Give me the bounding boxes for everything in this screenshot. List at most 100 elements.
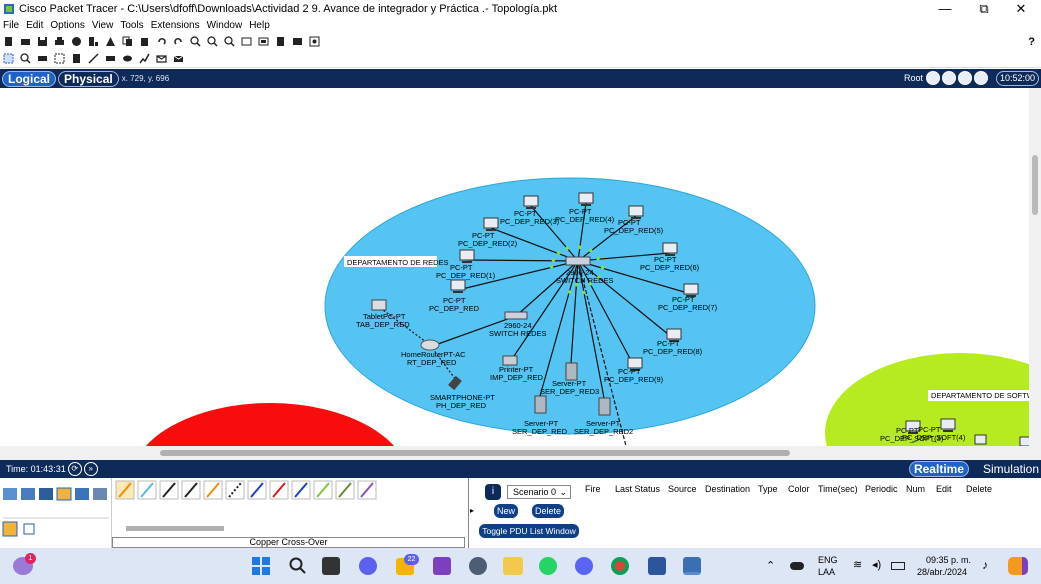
notification-bell-icon[interactable]: ♪ <box>982 558 988 572</box>
menu-options[interactable]: Options <box>50 20 84 31</box>
menu-help[interactable]: Help <box>249 20 270 31</box>
fast-forward-icon[interactable]: » <box>83 462 98 476</box>
undo-icon[interactable] <box>156 36 167 47</box>
vertical-scrollbar[interactable] <box>1029 88 1041 446</box>
close-button[interactable]: ✕ <box>1001 0 1041 18</box>
components-icon[interactable] <box>39 488 53 500</box>
menu-view[interactable]: View <box>92 20 114 31</box>
menu-extensions[interactable]: Extensions <box>151 20 200 31</box>
connections-subtype-icon[interactable] <box>2 521 18 537</box>
horizontal-scroll-thumb[interactable] <box>160 450 790 456</box>
copilot-icon[interactable] <box>1008 557 1028 575</box>
add-simple-pdu-icon[interactable] <box>156 53 167 64</box>
activity-info-icon[interactable] <box>88 36 99 47</box>
grid-subtype-icon[interactable] <box>23 523 35 535</box>
delete-scenario-button[interactable]: Delete <box>532 504 564 518</box>
rectangle-tool-icon[interactable] <box>105 53 116 64</box>
resize-tool-icon[interactable] <box>54 53 65 64</box>
vertical-scroll-thumb[interactable] <box>1032 155 1038 215</box>
redes-area-label[interactable]: DEPARTAMENTO DE REDES <box>347 258 449 267</box>
root-label[interactable]: Root <box>904 73 923 83</box>
inspect-tool-icon[interactable] <box>20 53 31 64</box>
tray-time[interactable]: 09:35 p. m. <box>926 555 971 565</box>
misc-icon[interactable] <box>75 488 89 500</box>
new-file-icon[interactable] <box>3 36 14 47</box>
add-complex-pdu-icon[interactable] <box>173 53 184 64</box>
toggle-pdu-list-button[interactable]: Toggle PDU List Window <box>479 524 579 538</box>
restore-button[interactable]: ⧉ <box>964 0 1004 18</box>
zoom-in-icon[interactable] <box>190 36 201 47</box>
viewport-icon[interactable] <box>292 36 303 47</box>
tab-logical[interactable]: Logical <box>2 70 57 87</box>
menu-file[interactable]: File <box>3 20 19 31</box>
viewport-move-icon[interactable] <box>958 71 972 85</box>
new-scenario-button[interactable]: New <box>494 504 518 518</box>
volume-icon[interactable]: ◂) <box>872 558 881 571</box>
tab-physical[interactable]: Physical <box>58 70 119 87</box>
minimize-button[interactable]: — <box>925 0 965 18</box>
freeform-tool-icon[interactable] <box>139 53 150 64</box>
menu-window[interactable]: Window <box>207 20 243 31</box>
whatsapp-icon[interactable] <box>539 557 557 575</box>
list-icon[interactable] <box>275 36 286 47</box>
logical-workspace[interactable]: DEPARTAMENTO DE REDES DEPARTAMENTO DE SO… <box>0 88 1029 446</box>
menu-tools[interactable]: Tools <box>120 20 143 31</box>
ellipse-tool-icon[interactable] <box>122 53 133 64</box>
word-icon[interactable] <box>648 557 666 575</box>
network-devices-icon[interactable] <box>3 488 17 500</box>
discord-icon[interactable] <box>575 557 593 575</box>
help-icon[interactable]: ? <box>1028 36 1035 48</box>
copy-icon[interactable] <box>122 36 133 47</box>
software-device-icon[interactable] <box>1019 436 1029 446</box>
info-icon[interactable]: i <box>485 484 501 500</box>
paste-icon[interactable] <box>139 36 150 47</box>
realtime-mode-button[interactable]: Realtime <box>908 461 969 477</box>
redo-icon[interactable] <box>173 36 184 47</box>
scenario-select[interactable]: Scenario 0 ⌄ <box>507 485 571 499</box>
tray-date[interactable]: 28/abr./2024 <box>917 567 967 577</box>
power-cycle-icon[interactable]: ⟳ <box>67 462 82 476</box>
language-line2[interactable]: LAA <box>818 567 835 577</box>
connections-icon[interactable] <box>56 487 72 501</box>
zoom-out-icon[interactable] <box>224 36 235 47</box>
activity-wizard-icon[interactable] <box>71 36 82 47</box>
settings-icon[interactable] <box>469 557 487 575</box>
select-tool-icon[interactable] <box>3 53 14 64</box>
note-tool-icon[interactable] <box>71 53 82 64</box>
line-tool-icon[interactable] <box>88 53 99 64</box>
expand-arrow-icon[interactable]: ▸ <box>470 506 474 515</box>
navigation-icon[interactable] <box>942 71 956 85</box>
explorer-icon[interactable] <box>503 557 523 575</box>
packet-tracer-task-icon[interactable] <box>683 557 701 575</box>
save-icon[interactable] <box>37 36 48 47</box>
language-line1[interactable]: ENG <box>818 555 838 565</box>
taskview-icon[interactable] <box>322 557 340 575</box>
tray-chevron-icon[interactable]: ⌃ <box>766 559 775 572</box>
multiuser-icon[interactable] <box>93 488 107 500</box>
search-icon[interactable] <box>289 557 307 575</box>
simulation-mode-button[interactable]: Simulation <box>983 461 1039 477</box>
print-icon[interactable] <box>54 36 65 47</box>
open-folder-icon[interactable] <box>20 36 31 47</box>
end-devices-icon[interactable] <box>21 488 35 500</box>
environment-icon[interactable] <box>974 71 988 85</box>
zoom-reset-icon[interactable] <box>207 36 218 47</box>
environment-clock[interactable]: 10:52:00 <box>995 71 1039 86</box>
back-icon[interactable] <box>926 71 940 85</box>
image-icon[interactable] <box>309 36 320 47</box>
drawing-palette-icon[interactable] <box>241 36 252 47</box>
chat-icon[interactable] <box>359 557 377 575</box>
visual-studio-icon[interactable] <box>433 557 451 575</box>
battery-icon[interactable] <box>891 562 905 570</box>
wifi-icon[interactable]: ≋ <box>853 558 862 571</box>
software-area-label[interactable]: DEPARTAMENTO DE SOFTWAR <box>931 391 1029 400</box>
windows-start-icon[interactable] <box>251 556 271 576</box>
cloud-icon[interactable] <box>790 562 804 570</box>
red-area[interactable] <box>130 403 410 446</box>
network-info-icon[interactable] <box>105 36 116 47</box>
chrome-icon[interactable] <box>611 557 629 575</box>
software-device-icon[interactable] <box>974 434 987 445</box>
cable-list-scroll[interactable] <box>126 526 224 531</box>
delete-tool-icon[interactable] <box>37 53 48 64</box>
custom-device-icon[interactable] <box>258 36 269 47</box>
